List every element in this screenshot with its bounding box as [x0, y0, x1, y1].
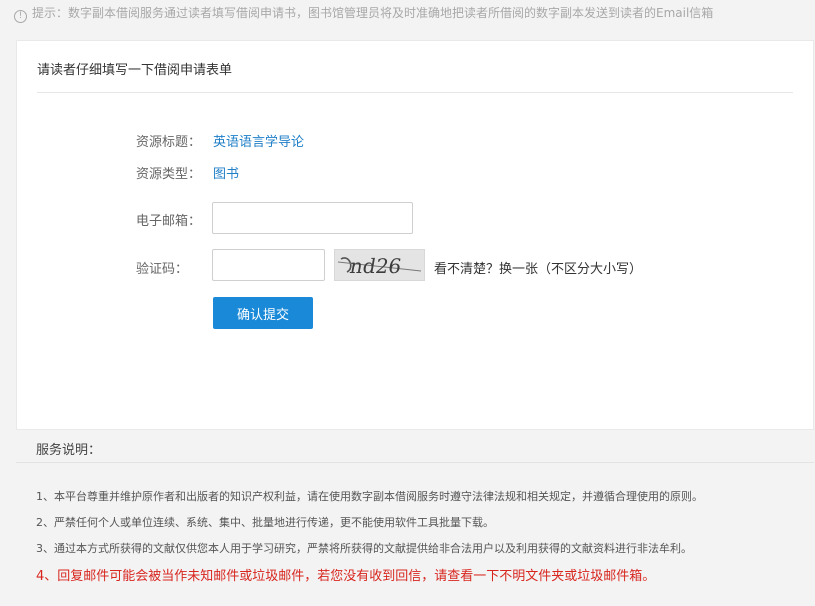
- email-label: 电子邮箱：: [136, 214, 202, 229]
- note-item: 1、本平台尊重并维护原作者和出版者的知识产权利益，请在使用数字副本借阅服务时遵守…: [36, 490, 703, 503]
- submit-button[interactable]: 确认提交: [213, 297, 313, 329]
- form-divider: [37, 92, 793, 93]
- refresh-captcha-link[interactable]: 看不清楚？换一张（不区分大小写）: [434, 258, 642, 277]
- note-item-warning: 4、回复邮件可能会被当作未知邮件或垃圾邮件，若您没有收到回信，请查看一下不明文件…: [36, 569, 656, 584]
- info-circle-icon: !: [14, 10, 27, 23]
- notes-divider: [16, 462, 814, 463]
- tip-bar: ! 提示：数字副本借阅服务通过读者填写借阅申请书，图书馆管理员将及时准确地把读者所…: [14, 4, 713, 26]
- captcha-input[interactable]: [212, 249, 325, 281]
- service-notes: 服务说明： 1、本平台尊重并维护原作者和出版者的知识产权利益，请在使用数字副本借…: [16, 431, 814, 606]
- request-form-panel: 请读者仔细填写一下借阅申请表单 资源标题： 英语语言学导论 资源类型： 图书 电…: [16, 40, 814, 430]
- captcha-label: 验证码：: [136, 262, 189, 277]
- resource-title-value: 英语语言学导论: [213, 135, 305, 150]
- captcha-text: nd26: [348, 254, 403, 278]
- note-item: 2、严禁任何个人或单位连续、系统、集中、批量地进行传递，更不能使用软件工具批量下…: [36, 516, 494, 529]
- tip-text: 提示：数字副本借阅服务通过读者填写借阅申请书，图书馆管理员将及时准确地把读者所借…: [32, 6, 714, 20]
- email-input[interactable]: [212, 202, 413, 234]
- resource-type-label: 资源类型：: [136, 167, 202, 182]
- resource-type-value: 图书: [213, 167, 240, 182]
- notes-title: 服务说明：: [36, 443, 102, 458]
- captcha-graphic: nd26: [337, 254, 422, 278]
- captcha-image[interactable]: nd26: [334, 249, 425, 281]
- form-title: 请读者仔细填写一下借阅申请表单: [37, 63, 233, 78]
- resource-title-label: 资源标题：: [136, 135, 202, 150]
- note-item: 3、通过本方式所获得的文献仅供您本人用于学习研究，严禁将所获得的文献提供给非合法…: [36, 542, 692, 555]
